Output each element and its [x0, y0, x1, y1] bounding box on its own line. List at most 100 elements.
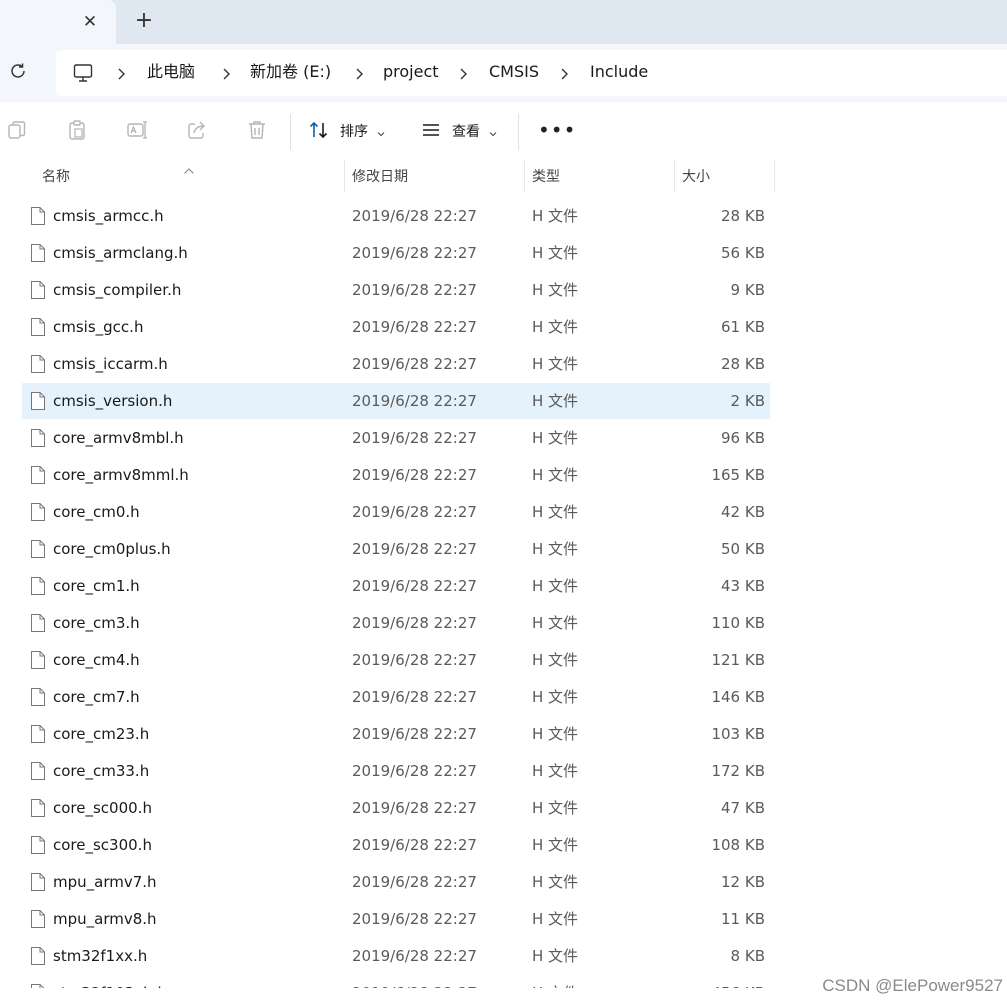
file-row[interactable]: cmsis_armcc.h 2019/6/28 22:27 H 文件 28 KB: [22, 198, 770, 234]
sort-ascending-icon: [183, 160, 195, 174]
column-type[interactable]: 类型: [532, 160, 560, 194]
file-row[interactable]: core_cm4.h 2019/6/28 22:27 H 文件 121 KB: [22, 642, 770, 678]
file-modified-date: 2019/6/28 22:27: [352, 910, 477, 928]
this-pc-icon[interactable]: [72, 62, 94, 84]
refresh-icon[interactable]: [7, 60, 31, 84]
paste-icon[interactable]: [66, 119, 90, 143]
delete-icon[interactable]: [246, 119, 270, 143]
file-modified-date: 2019/6/28 22:27: [352, 577, 477, 595]
file-row[interactable]: cmsis_armclang.h 2019/6/28 22:27 H 文件 56…: [22, 235, 770, 271]
chevron-right-icon[interactable]: [221, 66, 233, 80]
file-row[interactable]: cmsis_version.h 2019/6/28 22:27 H 文件 2 K…: [22, 383, 770, 419]
file-name: core_cm3.h: [53, 614, 140, 632]
file-modified-date: 2019/6/28 22:27: [352, 244, 477, 262]
file-name: mpu_armv8.h: [53, 910, 157, 928]
file-modified-date: 2019/6/28 22:27: [352, 947, 477, 965]
file-icon: [30, 909, 46, 929]
share-icon[interactable]: [186, 119, 210, 143]
file-row[interactable]: mpu_armv8.h 2019/6/28 22:27 H 文件 11 KB: [22, 901, 770, 937]
copy-icon[interactable]: [6, 119, 30, 143]
file-size: 43 KB: [721, 577, 765, 595]
chevron-right-icon[interactable]: [559, 66, 571, 80]
file-modified-date: 2019/6/28 22:27: [352, 318, 477, 336]
chevron-right-icon[interactable]: [458, 66, 470, 80]
column-divider[interactable]: [774, 160, 775, 192]
file-row[interactable]: core_cm3.h 2019/6/28 22:27 H 文件 110 KB: [22, 605, 770, 641]
file-type: H 文件: [532, 466, 579, 484]
file-name: cmsis_armclang.h: [53, 244, 188, 262]
file-type: H 文件: [532, 503, 579, 521]
file-name: cmsis_version.h: [53, 392, 173, 410]
active-tab[interactable]: ✕: [0, 0, 116, 44]
file-modified-date: 2019/6/28 22:27: [352, 725, 477, 743]
toolbar-divider: [290, 114, 291, 150]
chevron-right-icon[interactable]: [116, 66, 128, 80]
view-icon[interactable]: [420, 119, 444, 143]
file-row[interactable]: mpu_armv7.h 2019/6/28 22:27 H 文件 12 KB: [22, 864, 770, 900]
file-type: H 文件: [532, 762, 579, 780]
file-name: core_cm1.h: [53, 577, 140, 595]
file-size: 121 KB: [711, 651, 765, 669]
file-row[interactable]: core_cm0plus.h 2019/6/28 22:27 H 文件 50 K…: [22, 531, 770, 567]
file-size: 172 KB: [711, 762, 765, 780]
chevron-right-icon[interactable]: [354, 66, 366, 80]
address-bar[interactable]: 此电脑 新加卷 (E:) project CMSIS Include: [56, 50, 1007, 96]
file-row[interactable]: core_armv8mml.h 2019/6/28 22:27 H 文件 165…: [22, 457, 770, 493]
breadcrumb-this-pc[interactable]: 此电脑: [147, 50, 195, 96]
more-options-icon[interactable]: •••: [538, 118, 576, 142]
file-row[interactable]: core_cm1.h 2019/6/28 22:27 H 文件 43 KB: [22, 568, 770, 604]
breadcrumb-drive-e[interactable]: 新加卷 (E:): [250, 50, 331, 96]
file-icon: [30, 280, 46, 300]
toolbar-divider: [518, 114, 519, 150]
plus-icon[interactable]: +: [132, 10, 156, 34]
column-divider[interactable]: [674, 160, 675, 192]
file-row[interactable]: core_cm33.h 2019/6/28 22:27 H 文件 172 KB: [22, 753, 770, 789]
file-size: 96 KB: [721, 429, 765, 447]
column-date[interactable]: 修改日期: [352, 160, 408, 194]
file-name: core_cm23.h: [53, 725, 150, 743]
file-row[interactable]: cmsis_gcc.h 2019/6/28 22:27 H 文件 61 KB: [22, 309, 770, 345]
file-name: cmsis_armcc.h: [53, 207, 164, 225]
file-type: H 文件: [532, 355, 579, 373]
column-name[interactable]: 名称: [42, 160, 70, 194]
file-row[interactable]: core_cm23.h 2019/6/28 22:27 H 文件 103 KB: [22, 716, 770, 752]
file-size: 9 KB: [730, 281, 765, 299]
file-list: cmsis_armcc.h 2019/6/28 22:27 H 文件 28 KB…: [0, 198, 1007, 988]
file-row[interactable]: stm32f1xx.h 2019/6/28 22:27 H 文件 8 KB: [22, 938, 770, 974]
sort-icon[interactable]: [308, 119, 332, 143]
file-name: cmsis_compiler.h: [53, 281, 182, 299]
file-icon: [30, 428, 46, 448]
file-modified-date: 2019/6/28 22:27: [352, 207, 477, 225]
file-row[interactable]: core_cm7.h 2019/6/28 22:27 H 文件 146 KB: [22, 679, 770, 715]
file-row[interactable]: core_armv8mbl.h 2019/6/28 22:27 H 文件 96 …: [22, 420, 770, 456]
breadcrumb-cmsis[interactable]: CMSIS: [489, 50, 539, 96]
rename-icon[interactable]: [126, 119, 150, 143]
file-icon: [30, 391, 46, 411]
file-row[interactable]: core_sc300.h 2019/6/28 22:27 H 文件 108 KB: [22, 827, 770, 863]
close-icon[interactable]: ✕: [78, 10, 102, 34]
column-divider[interactable]: [344, 160, 345, 192]
file-icon: [30, 798, 46, 818]
tab-strip: ✕ +: [0, 0, 1007, 44]
view-button[interactable]: 查看: [452, 121, 480, 141]
chevron-down-icon[interactable]: [488, 124, 498, 137]
file-row[interactable]: core_sc000.h 2019/6/28 22:27 H 文件 47 KB: [22, 790, 770, 826]
file-row[interactable]: cmsis_compiler.h 2019/6/28 22:27 H 文件 9 …: [22, 272, 770, 308]
file-row[interactable]: cmsis_iccarm.h 2019/6/28 22:27 H 文件 28 K…: [22, 346, 770, 382]
column-divider[interactable]: [524, 160, 525, 192]
file-type: H 文件: [532, 910, 579, 928]
file-type: H 文件: [532, 836, 579, 854]
file-modified-date: 2019/6/28 22:27: [352, 466, 477, 484]
sort-button[interactable]: 排序: [340, 121, 368, 141]
file-icon: [30, 206, 46, 226]
chevron-down-icon[interactable]: [376, 124, 386, 137]
file-icon: [30, 946, 46, 966]
file-size: 456 KB: [711, 975, 765, 988]
file-row[interactable]: core_cm0.h 2019/6/28 22:27 H 文件 42 KB: [22, 494, 770, 530]
breadcrumb-project[interactable]: project: [383, 50, 439, 96]
file-name: cmsis_gcc.h: [53, 318, 144, 336]
file-row[interactable]: stm32f103xb.h 2019/6/28 22:27 H 文件 456 K…: [22, 975, 770, 988]
file-size: 103 KB: [711, 725, 765, 743]
column-size[interactable]: 大小: [682, 160, 710, 194]
breadcrumb-include[interactable]: Include: [590, 50, 648, 96]
